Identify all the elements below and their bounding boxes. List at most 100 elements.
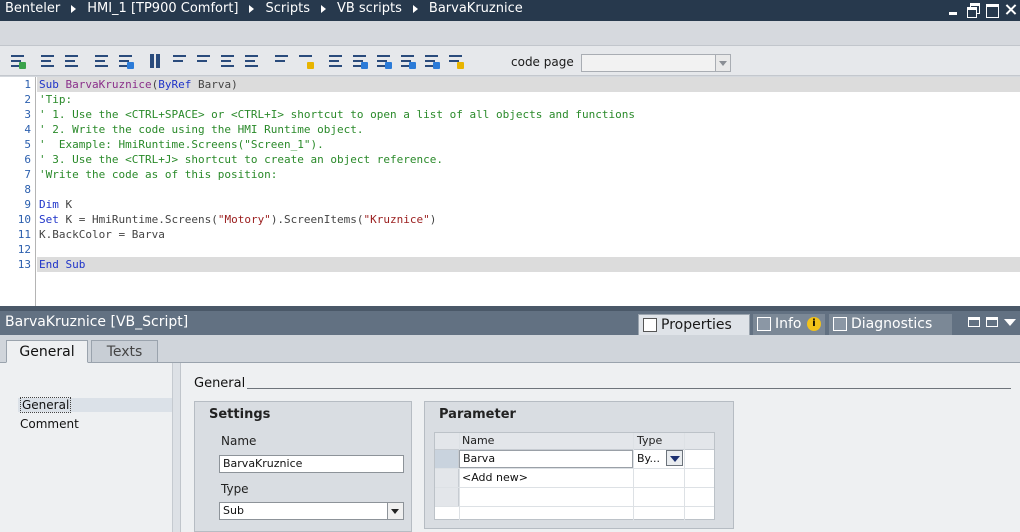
tab-info[interactable]: Info i: [753, 314, 825, 335]
code-token: ' 3. Use the <CTRL+J> shortcut to create…: [39, 153, 443, 166]
settings-title: Settings: [209, 407, 271, 422]
bookmark-icon[interactable]: [147, 52, 165, 70]
breadcrumb-project[interactable]: Benteler: [5, 1, 60, 16]
code-token: "Kruznice": [363, 213, 430, 226]
code-token: 'Write the code as of this position:: [39, 168, 278, 181]
chevron-down-icon[interactable]: [387, 503, 403, 519]
nav-splitter[interactable]: [172, 363, 180, 532]
line-number: 4: [24, 123, 31, 136]
param-type-value: By...: [637, 452, 660, 465]
code-line[interactable]: ' Example: HmiRuntime.Screens("Screen_1"…: [39, 137, 1020, 152]
next-bookmark-icon[interactable]: [195, 52, 213, 70]
prev-bookmark-icon[interactable]: [171, 52, 189, 70]
code-line[interactable]: 'Write the code as of this position:: [39, 167, 1020, 182]
line-number: 2: [24, 93, 31, 106]
close-icon[interactable]: [1003, 2, 1018, 17]
select-object-icon[interactable]: [327, 52, 345, 70]
breadcrumb-arrow-icon: [249, 4, 255, 13]
code-token: Barva): [191, 78, 238, 91]
property-content: General Settings Name BarvaKruznice Type…: [180, 363, 1020, 532]
member-list-icon[interactable]: [375, 52, 393, 70]
row-selector[interactable]: [435, 450, 459, 468]
code-line[interactable]: ' 1. Use the <CTRL+SPACE> or <CTRL+I> sh…: [39, 107, 1020, 122]
script-type-select[interactable]: Sub: [219, 502, 404, 520]
code-line[interactable]: End Sub: [37, 257, 1020, 272]
breadcrumb-scripts[interactable]: Scripts: [265, 1, 309, 16]
subtab-texts[interactable]: Texts: [91, 340, 158, 363]
row-selector: [435, 488, 459, 506]
parameter-info-icon[interactable]: [399, 52, 417, 70]
code-line[interactable]: K.BackColor = Barva: [39, 227, 1020, 242]
add-new-parameter[interactable]: <Add new>: [462, 471, 528, 484]
goto-icon[interactable]: [243, 52, 261, 70]
code-token: ): [429, 213, 437, 226]
code-line[interactable]: Dim K: [39, 197, 1020, 212]
code-line[interactable]: Set K = HmiRuntime.Screens("Motory").Scr…: [39, 212, 1020, 227]
code-token: ).ScreenItems(: [270, 213, 364, 226]
code-editor[interactable]: 1 2 3 4 5 6 7 8 9 10 11 12 13 Sub BarvaKruznice(ByRe…: [0, 77, 1020, 306]
float-panel-icon[interactable]: [968, 317, 980, 327]
table-row[interactable]: Barva By...: [435, 450, 714, 469]
breadcrumb-vb-scripts[interactable]: VB scripts: [337, 1, 402, 16]
float-window-icon[interactable]: [965, 2, 980, 18]
indent-icon[interactable]: [39, 52, 57, 70]
chevron-down-icon[interactable]: [715, 55, 730, 71]
maximize-icon[interactable]: [984, 2, 999, 18]
word-complete-icon[interactable]: [423, 52, 441, 70]
code-line[interactable]: ' 3. Use the <CTRL+J> shortcut to create…: [39, 152, 1020, 167]
tab-diagnostics[interactable]: Diagnostics: [829, 314, 952, 335]
table-row[interactable]: <Add new>: [435, 469, 714, 488]
collapse-panel-icon[interactable]: [1004, 318, 1016, 326]
editor-strip: [0, 21, 1020, 46]
minimize-icon[interactable]: [946, 2, 961, 17]
row-selector[interactable]: [435, 469, 459, 487]
comment-icon[interactable]: [93, 52, 111, 70]
code-line[interactable]: ' 2. Write the code using the HMI Runtim…: [39, 122, 1020, 137]
code-line[interactable]: Sub BarvaKruznice(ByRef Barva): [37, 77, 1020, 92]
tab-properties[interactable]: Properties: [638, 314, 750, 335]
breadcrumb-current-script: BarvaKruznice: [428, 1, 523, 16]
snippet-icon[interactable]: [447, 52, 465, 70]
script-name-input[interactable]: BarvaKruznice: [219, 455, 404, 473]
code-token: Set: [39, 213, 59, 226]
highlight-icon[interactable]: [297, 52, 315, 70]
delete-bookmarks-icon[interactable]: [219, 52, 237, 70]
subtab-general[interactable]: General: [6, 340, 88, 363]
property-nav: General Comment: [0, 363, 172, 532]
line-number: 3: [24, 108, 31, 121]
code-line[interactable]: [39, 182, 1020, 197]
code-line[interactable]: [39, 242, 1020, 257]
chevron-down-icon[interactable]: [666, 450, 683, 466]
code-token: ByRef: [158, 78, 192, 91]
find-icon[interactable]: [273, 52, 291, 70]
table-row: [435, 488, 714, 507]
column-header-name[interactable]: Name: [462, 434, 494, 447]
line-number-gutter: 1 2 3 4 5 6 7 8 9 10 11 12 13: [0, 77, 36, 306]
nav-item-general[interactable]: General: [18, 397, 172, 413]
param-name-input[interactable]: Barva: [459, 450, 633, 468]
line-number: 8: [24, 183, 31, 196]
title-bar: Benteler HMI_1 [TP900 Comfort] Scripts V…: [0, 0, 1020, 21]
code-token: ' Example: HmiRuntime.Screens("Screen_1"…: [39, 138, 324, 151]
outdent-icon[interactable]: [63, 52, 81, 70]
tab-properties-label: Properties: [661, 317, 732, 333]
window-controls: [946, 2, 1018, 18]
compile-icon[interactable]: [9, 52, 27, 70]
line-number: 10: [17, 213, 31, 226]
line-number: 5: [24, 138, 31, 151]
object-list-icon[interactable]: [351, 52, 369, 70]
breadcrumb-arrow-icon: [412, 4, 418, 13]
info-icon: [757, 317, 771, 331]
breadcrumb-device[interactable]: HMI_1 [TP900 Comfort]: [87, 1, 238, 16]
parameter-table: Name Type Barva By... <Add new>: [434, 432, 715, 521]
info-badge-icon: i: [807, 317, 821, 331]
line-number: 12: [17, 243, 31, 256]
code-token: ' 1. Use the <CTRL+SPACE> or <CTRL+I> sh…: [39, 108, 636, 121]
uncomment-icon[interactable]: [117, 52, 135, 70]
code-line[interactable]: 'Tip:: [39, 92, 1020, 107]
nav-item-comment[interactable]: Comment: [18, 417, 81, 431]
line-number: 11: [17, 228, 31, 241]
code-page-select[interactable]: [581, 54, 731, 72]
maximize-panel-icon[interactable]: [986, 317, 998, 327]
column-header-type[interactable]: Type: [637, 434, 662, 447]
